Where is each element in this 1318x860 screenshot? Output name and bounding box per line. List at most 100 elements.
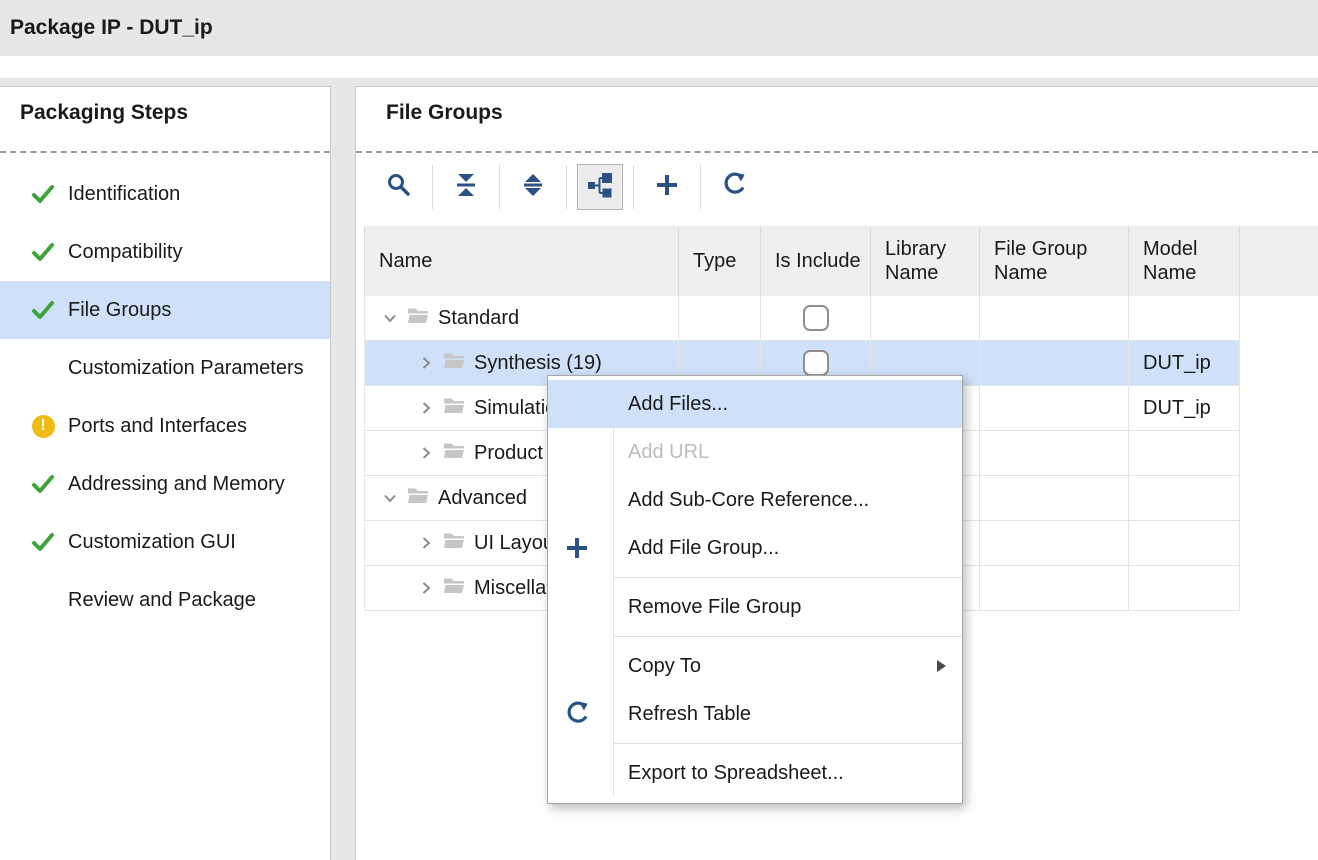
- plus-icon: [564, 535, 590, 561]
- file-group-name-cell: [980, 296, 1129, 340]
- chevron-down-icon[interactable]: [377, 310, 403, 326]
- panel-divider-gap: [331, 78, 355, 860]
- menu-item-label: Export to Spreadsheet...: [628, 762, 844, 784]
- sidebar-item-review-and-package[interactable]: Review and Package: [0, 571, 330, 629]
- menu-separator: [614, 577, 962, 578]
- packaging-steps-list: Identification Compatibility File Groups…: [0, 165, 330, 629]
- sidebar-item-customization-gui[interactable]: Customization GUI: [0, 513, 330, 571]
- table-header-row: Name Type Is Include Library Name File G…: [364, 226, 1318, 296]
- table-row-standard[interactable]: Standard: [364, 296, 1240, 341]
- expand-all-icon: [520, 172, 546, 203]
- sidebar-item-file-groups[interactable]: File Groups: [0, 281, 330, 339]
- title-bar: Package IP - DUT_ip: [0, 0, 1318, 56]
- packaging-steps-heading: Packaging Steps: [20, 101, 188, 125]
- column-header-library-name[interactable]: Library Name: [871, 226, 980, 296]
- no-status-icon: [30, 355, 56, 381]
- folder-icon: [443, 397, 465, 420]
- chevron-right-icon[interactable]: [413, 580, 439, 596]
- folder-icon: [407, 307, 429, 330]
- model-name-cell: [1129, 476, 1240, 520]
- sidebar-item-compatibility[interactable]: Compatibility: [0, 223, 330, 281]
- model-name-cell: [1129, 431, 1240, 475]
- expand-all-button[interactable]: [510, 164, 556, 210]
- chevron-right-icon[interactable]: [413, 445, 439, 461]
- toolbar-separator: [499, 165, 500, 209]
- menu-item-add-url: Add URL: [548, 428, 962, 476]
- refresh-button[interactable]: [711, 164, 757, 210]
- sidebar-item-label: Ports and Interfaces: [68, 415, 247, 438]
- sidebar-item-identification[interactable]: Identification: [0, 165, 330, 223]
- submenu-arrow-icon: [937, 660, 946, 672]
- check-icon: [30, 529, 56, 555]
- panel-top-gap: [0, 78, 1318, 86]
- sidebar-divider: [0, 151, 330, 153]
- window-title: Package IP - DUT_ip: [10, 0, 213, 56]
- file-group-name-cell: [980, 566, 1129, 610]
- chevron-down-icon[interactable]: [377, 490, 403, 506]
- file-group-name-label: Synthesis (19): [474, 352, 602, 375]
- model-name-cell: DUT_ip: [1129, 386, 1240, 430]
- menu-item-label: Remove File Group: [628, 596, 801, 618]
- model-name-cell: [1129, 566, 1240, 610]
- column-header-name[interactable]: Name: [365, 226, 679, 296]
- sidebar-item-label: Compatibility: [68, 241, 182, 264]
- check-icon: [30, 181, 56, 207]
- sidebar-item-label: File Groups: [68, 299, 171, 322]
- menu-item-add-files[interactable]: Add Files...: [548, 380, 962, 428]
- sidebar-item-addressing-and-memory[interactable]: Addressing and Memory: [0, 455, 330, 513]
- chevron-right-icon[interactable]: [413, 355, 439, 371]
- menu-item-label: Add File Group...: [628, 537, 779, 559]
- chevron-right-icon[interactable]: [413, 400, 439, 416]
- tree-view-icon: [587, 172, 613, 203]
- file-groups-divider: [356, 151, 1318, 153]
- search-button[interactable]: [376, 164, 422, 210]
- menu-item-refresh-table[interactable]: Refresh Table: [548, 690, 962, 738]
- file-group-name-cell: [980, 386, 1129, 430]
- menu-item-add-sub-core-reference[interactable]: Add Sub-Core Reference...: [548, 476, 962, 524]
- file-group-name-cell: [980, 341, 1129, 385]
- column-header-file-group-name[interactable]: File Group Name: [980, 226, 1129, 296]
- folder-icon: [443, 352, 465, 375]
- column-header-model-name[interactable]: Model Name: [1129, 226, 1240, 296]
- sidebar-item-label: Identification: [68, 183, 180, 206]
- sidebar-item-label: Customization Parameters: [68, 357, 304, 380]
- sidebar-item-label: Customization GUI: [68, 531, 236, 554]
- menu-item-remove-file-group[interactable]: Remove File Group: [548, 583, 962, 631]
- menu-item-copy-to[interactable]: Copy To: [548, 642, 962, 690]
- file-groups-toolbar: [376, 161, 757, 213]
- menu-item-export-to-spreadsheet[interactable]: Export to Spreadsheet...: [548, 749, 962, 797]
- type-cell: [679, 296, 761, 340]
- is-include-checkbox[interactable]: [803, 305, 829, 331]
- toolbar-separator: [700, 165, 701, 209]
- menu-item-label: Add Files...: [628, 393, 728, 415]
- folder-icon: [407, 487, 429, 510]
- toolbar-separator: [633, 165, 634, 209]
- sidebar-item-label: Review and Package: [68, 589, 256, 612]
- sidebar-item-ports-and-interfaces[interactable]: ! Ports and Interfaces: [0, 397, 330, 455]
- file-group-name-label: Advanced: [438, 487, 527, 510]
- add-button[interactable]: [644, 164, 690, 210]
- column-header-type[interactable]: Type: [679, 226, 761, 296]
- check-icon: [30, 239, 56, 265]
- is-include-checkbox[interactable]: [803, 350, 829, 376]
- file-group-name-cell: [980, 521, 1129, 565]
- model-name-cell: [1129, 296, 1240, 340]
- folder-icon: [443, 532, 465, 555]
- chevron-right-icon[interactable]: [413, 535, 439, 551]
- folder-icon: [443, 577, 465, 600]
- context-menu: Add Files... Add URL Add Sub-Core Refere…: [547, 375, 963, 804]
- sidebar-item-customization-parameters[interactable]: Customization Parameters: [0, 339, 330, 397]
- collapse-all-button[interactable]: [443, 164, 489, 210]
- column-header-is-include[interactable]: Is Include: [761, 226, 871, 296]
- model-name-cell: [1129, 521, 1240, 565]
- tree-view-button[interactable]: [577, 164, 623, 210]
- packaging-steps-panel: Packaging Steps Identification Compatibi…: [0, 86, 331, 860]
- file-group-name-cell: [980, 476, 1129, 520]
- menu-separator: [614, 743, 962, 744]
- search-icon: [386, 172, 412, 203]
- menu-item-add-file-group[interactable]: Add File Group...: [548, 524, 962, 572]
- menu-item-label: Copy To: [628, 655, 701, 677]
- plus-icon: [654, 172, 680, 203]
- menu-item-label: Add Sub-Core Reference...: [628, 489, 869, 511]
- menu-item-label: Refresh Table: [628, 703, 751, 725]
